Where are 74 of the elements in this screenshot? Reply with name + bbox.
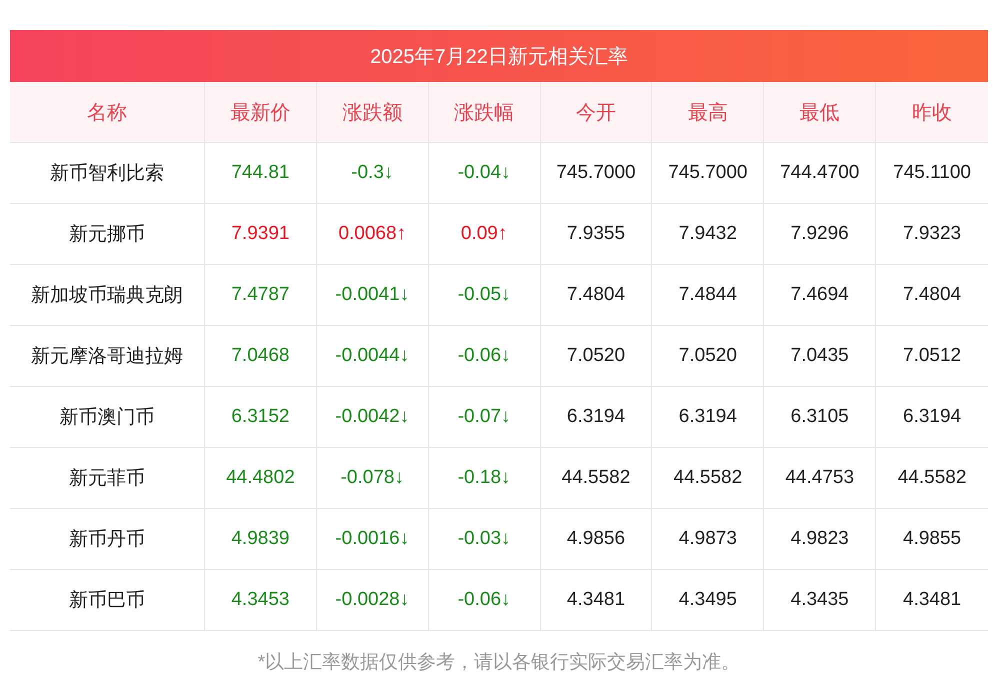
table-cell: -0.06↓ xyxy=(428,325,541,386)
table-cell: 4.3481 xyxy=(876,569,988,630)
table-cell: 7.4694 xyxy=(764,264,876,325)
column-header: 最低 xyxy=(764,82,876,142)
table-cell: 44.5582 xyxy=(540,447,652,508)
table-cell: 7.9391 xyxy=(205,203,317,264)
table-cell: 新币丹币 xyxy=(10,508,205,569)
footnote: *以上汇率数据仅供参考，请以各银行实际交易汇率为准。 xyxy=(256,651,742,675)
table-cell: 745.7000 xyxy=(652,142,764,203)
table-cell: -0.05↓ xyxy=(428,264,541,325)
table-cell: 0.09↑ xyxy=(428,203,541,264)
table-cell: 新加坡币瑞典克朗 xyxy=(10,264,205,325)
table-cell: -0.0044↓ xyxy=(316,325,429,386)
table-cell: 新元挪币 xyxy=(10,203,205,264)
table-cell: 7.9296 xyxy=(764,203,876,264)
table-cell: 7.4844 xyxy=(652,264,764,325)
table-cell: -0.0028↓ xyxy=(316,569,429,630)
table-cell: 745.1100 xyxy=(876,142,988,203)
table-cell: -0.06↓ xyxy=(428,569,541,630)
table-cell: -0.07↓ xyxy=(428,386,541,447)
column-header: 涨跌幅 xyxy=(428,82,541,142)
table-cell: 6.3105 xyxy=(764,386,876,447)
table-cell: -0.3↓ xyxy=(316,142,429,203)
table-cell: 745.7000 xyxy=(540,142,652,203)
column-header: 今开 xyxy=(540,82,652,142)
table-cell: 4.3495 xyxy=(652,569,764,630)
table-cell: 新元摩洛哥迪拉姆 xyxy=(10,325,205,386)
table-cell: 7.9432 xyxy=(652,203,764,264)
table-cell: 新币巴币 xyxy=(10,569,205,630)
table-cell: 744.4700 xyxy=(764,142,876,203)
table-cell: 4.9855 xyxy=(876,508,988,569)
table-cell: 0.0068↑ xyxy=(316,203,429,264)
column-header: 名称 xyxy=(10,82,205,142)
table-cell: 4.9823 xyxy=(764,508,876,569)
table-cell: 6.3152 xyxy=(205,386,317,447)
table-cell: 4.3453 xyxy=(205,569,317,630)
column-header: 昨收 xyxy=(876,82,988,142)
table-cell: -0.0041↓ xyxy=(316,264,429,325)
table-cell: 7.9355 xyxy=(540,203,652,264)
column-header: 最新价 xyxy=(205,82,317,142)
table-cell: 新币智利比索 xyxy=(10,142,205,203)
column-header: 最高 xyxy=(652,82,764,142)
table-cell: 4.9873 xyxy=(652,508,764,569)
table-cell: 新元菲币 xyxy=(10,447,205,508)
table-cell: 7.0468 xyxy=(205,325,317,386)
table-cell: 4.9856 xyxy=(540,508,652,569)
table-cell: 7.0520 xyxy=(652,325,764,386)
table-title: 2025年7月22日新元相关汇率 xyxy=(10,30,988,82)
table-cell: 44.4753 xyxy=(764,447,876,508)
table-cell: -0.0042↓ xyxy=(316,386,429,447)
table-cell: -0.03↓ xyxy=(428,508,541,569)
table-cell: 744.81 xyxy=(205,142,317,203)
table-cell: 6.3194 xyxy=(652,386,764,447)
table-cell: 7.4787 xyxy=(205,264,317,325)
table-cell: -0.18↓ xyxy=(428,447,541,508)
table-cell: 4.9839 xyxy=(205,508,317,569)
table-cell: -0.04↓ xyxy=(428,142,541,203)
table-cell: 4.3481 xyxy=(540,569,652,630)
table-cell: 7.0520 xyxy=(540,325,652,386)
table-cell: 7.4804 xyxy=(540,264,652,325)
table-cell: 新币澳门币 xyxy=(10,386,205,447)
table-cell: 44.5582 xyxy=(876,447,988,508)
table-cell: 6.3194 xyxy=(876,386,988,447)
table-cell: 6.3194 xyxy=(540,386,652,447)
table-cell: -0.0016↓ xyxy=(316,508,429,569)
table-cell: 44.4802 xyxy=(205,447,317,508)
table-cell: -0.078↓ xyxy=(316,447,429,508)
table-cell: 7.0512 xyxy=(876,325,988,386)
table-cell: 7.0435 xyxy=(764,325,876,386)
table-cell: 7.9323 xyxy=(876,203,988,264)
column-header: 涨跌额 xyxy=(316,82,429,142)
table-cell: 44.5582 xyxy=(652,447,764,508)
table-cell: 4.3435 xyxy=(764,569,876,630)
table-cell: 7.4804 xyxy=(876,264,988,325)
